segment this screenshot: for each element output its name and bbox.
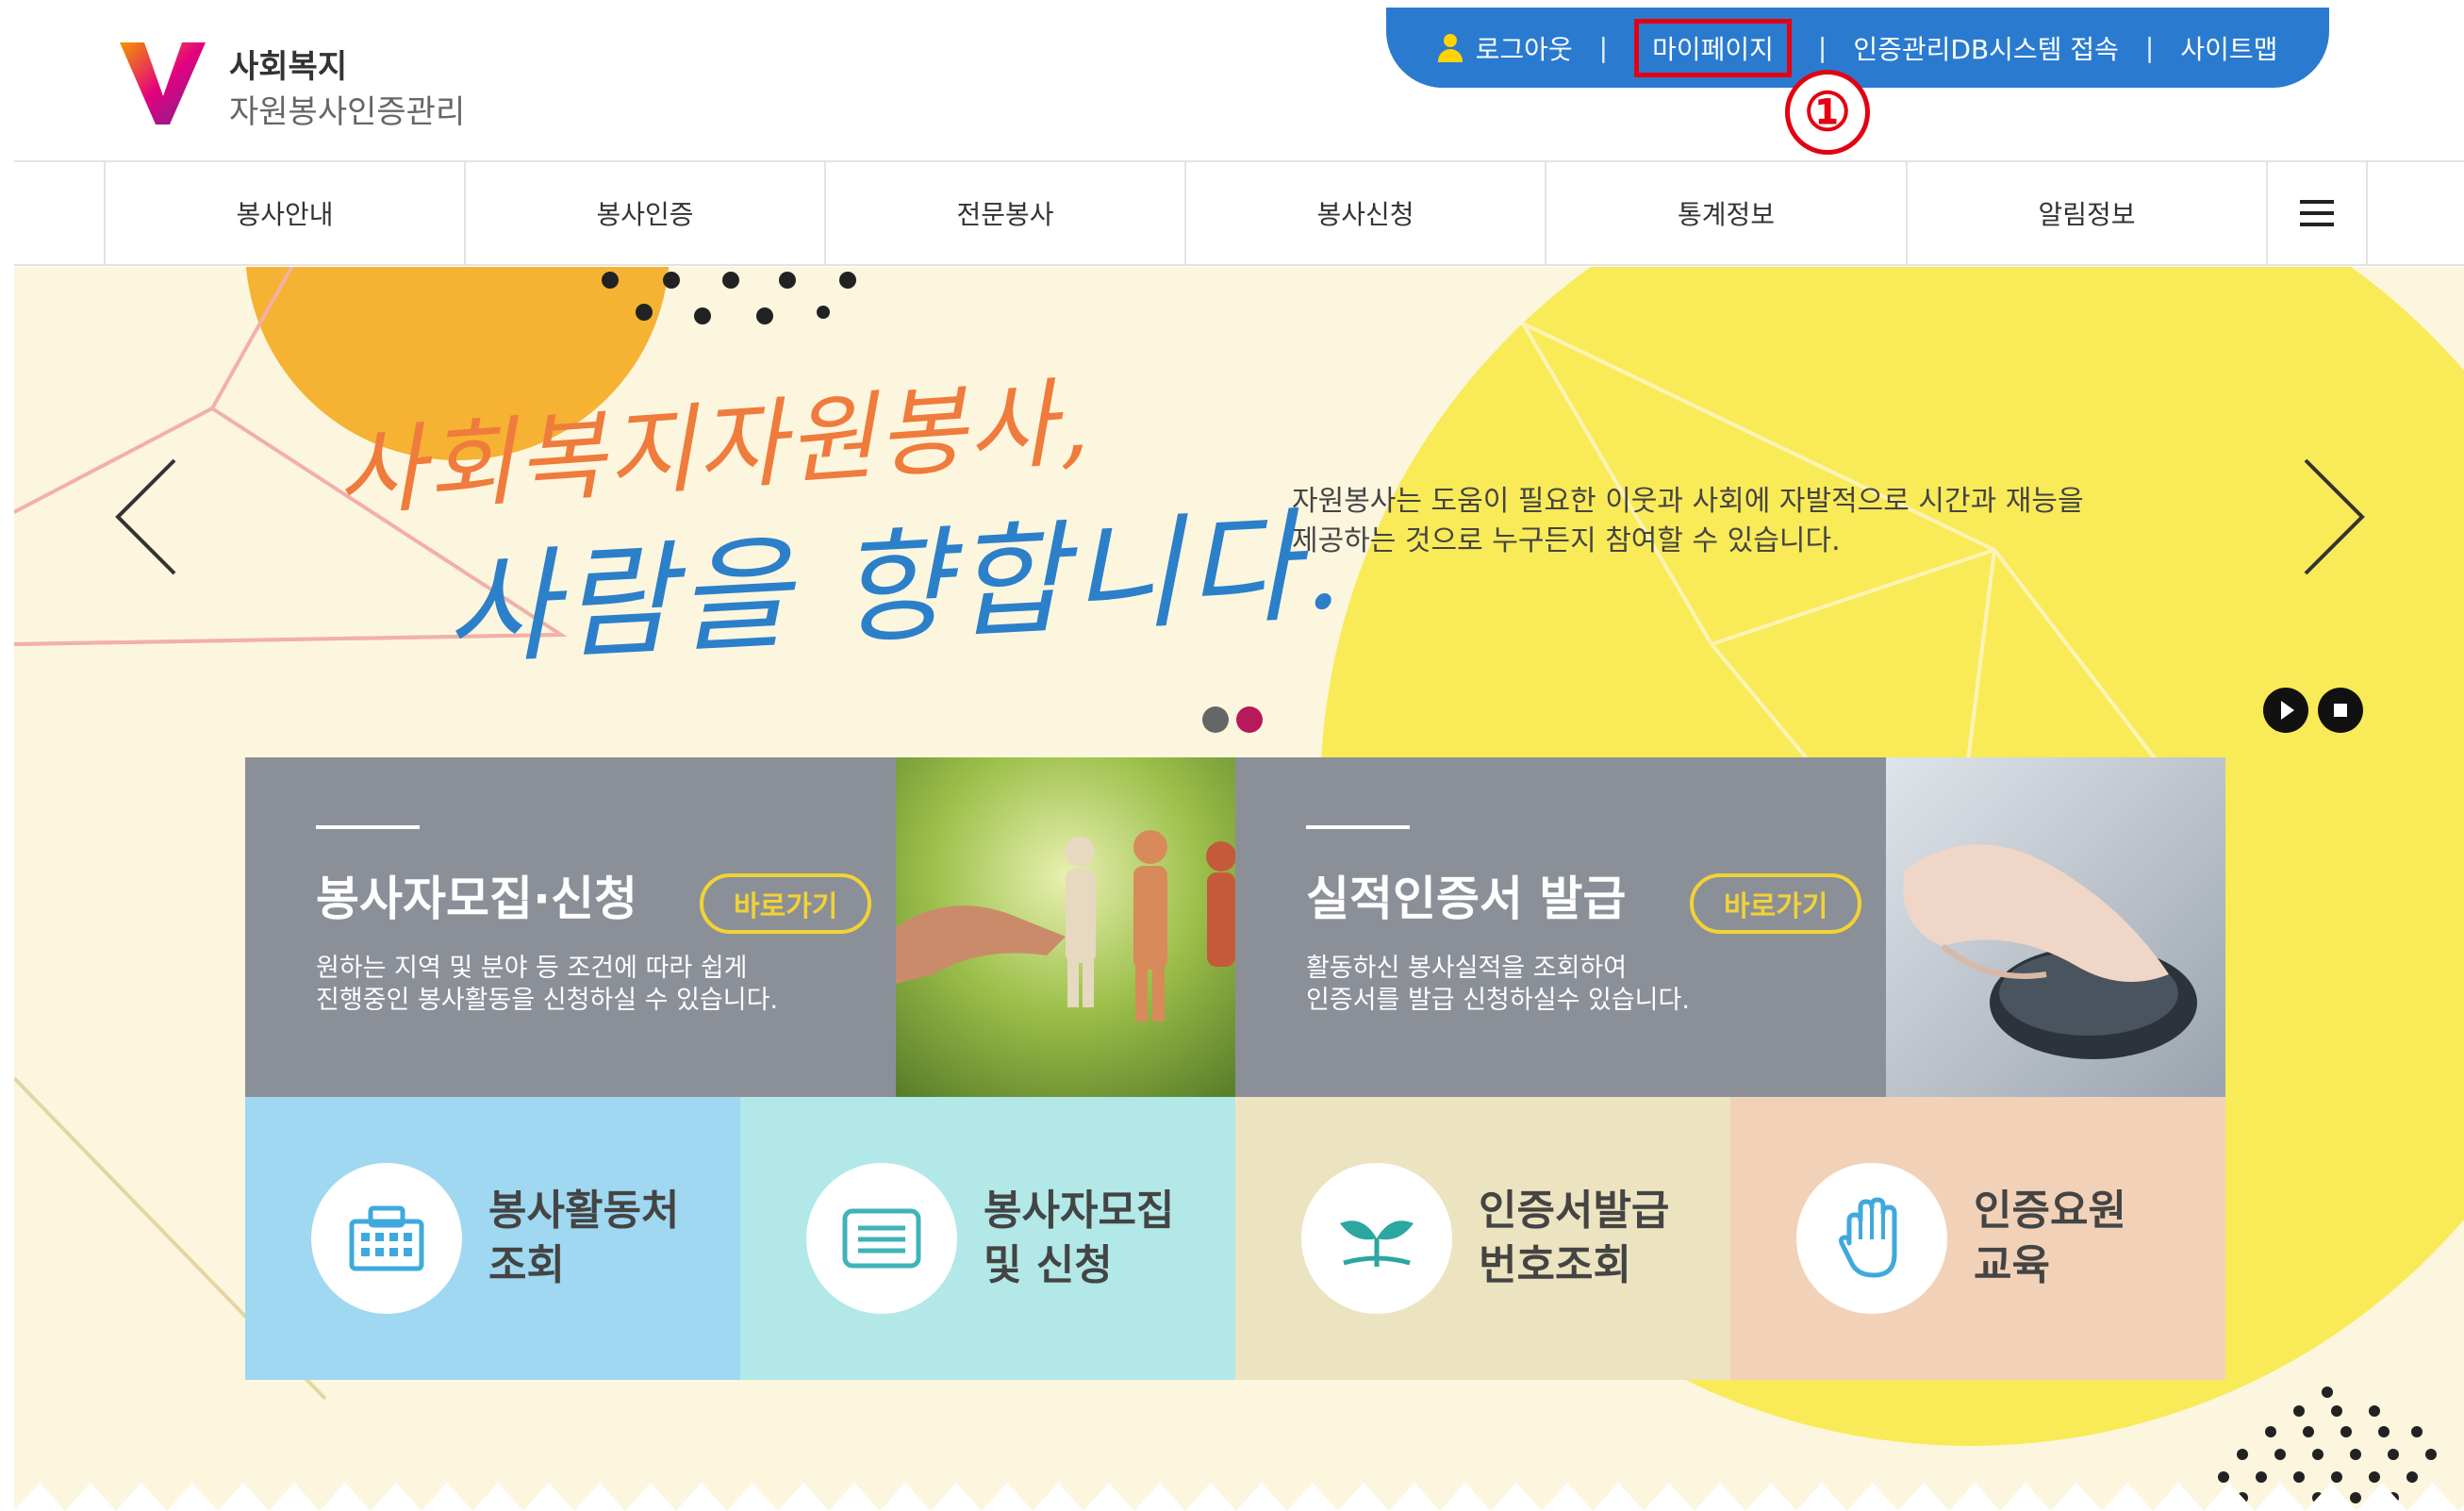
quick-link-education[interactable]: 인증요원 교육 <box>1730 1097 2225 1380</box>
quick-link-label: 인증서발급 번호조회 <box>1479 1184 1724 1293</box>
quick-link-label: 봉사자모집 및 신청 <box>984 1184 1229 1293</box>
card-title: 봉사자모집·신청 <box>316 872 637 926</box>
nav-item-statistics[interactable]: 통계정보 <box>1545 162 1906 264</box>
quick-link-label-line: 번호조회 <box>1479 1241 1631 1289</box>
card-description-line: 인증서를 발급 신청하실수 있습니다. <box>1306 986 1690 1015</box>
nav-item-apply[interactable]: 봉사신청 <box>1184 162 1545 264</box>
card-accent-bar <box>316 825 420 829</box>
card-accent-bar <box>1306 825 1410 829</box>
utility-bar: 로그아웃 | 마이페이지 | 인증관리DB시스템 접속 | 사이트맵 <box>1386 8 2329 88</box>
play-icon[interactable] <box>2263 688 2308 733</box>
card-description-line: 원하는 지역 및 분야 등 조건에 따라 쉽게 <box>316 954 748 983</box>
next-arrow-icon[interactable] <box>2296 456 2372 578</box>
hamburger-icon[interactable] <box>2266 162 2368 264</box>
card-description: 원하는 지역 및 분야 등 조건에 따라 쉽게 진행중인 봉사활동을 신청하실 … <box>316 953 882 1017</box>
quick-link-label-line: 봉사자모집 <box>984 1187 1175 1235</box>
site-logo[interactable]: 사회복지 자원봉사인증관리 <box>118 33 495 137</box>
card-description: 활동하신 봉사실적을 조회하여 인증서를 발급 신청하실수 있습니다. <box>1306 953 1872 1017</box>
mypage-link[interactable]: 마이페이지 <box>1634 18 1792 77</box>
shortcut-button[interactable]: 바로가기 <box>1690 873 1862 934</box>
sprout-icon <box>1301 1163 1452 1314</box>
quick-link-label: 봉사활동처 조회 <box>488 1184 734 1293</box>
quick-link-label-line: 인증서발급 <box>1479 1187 1670 1235</box>
hero-banner: 사회복지자원봉사, 사람을 향합니다. 자원봉사는 도움이 필요한 이웃과 사회… <box>14 267 2464 1511</box>
sitemap-link[interactable]: 사이트맵 <box>2180 29 2277 67</box>
separator: | <box>2144 32 2155 63</box>
hand-icon <box>1796 1163 1947 1314</box>
logo-subtitle: 자원봉사인증관리 <box>229 93 466 131</box>
quick-link-label-line: 봉사활동처 <box>488 1187 680 1235</box>
hands-paper-people-image <box>896 757 1235 1097</box>
main-nav: 봉사안내 봉사인증 전문봉사 봉사신청 통계정보 알림정보 <box>14 160 2464 266</box>
quick-link-volunteer-places[interactable]: 봉사활동처 조회 <box>245 1097 740 1380</box>
quick-link-certificate-lookup[interactable]: 인증서발급 번호조회 <box>1235 1097 1730 1380</box>
quick-link-label-line: 및 신청 <box>984 1241 1113 1289</box>
hero-description: 자원봉사는 도움이 필요한 이웃과 사회에 자발적으로 시간과 재능을 제공하는… <box>1292 482 2141 561</box>
certificate-issue-card[interactable]: 실적인증서 발급 바로가기 활동하신 봉사실적을 조회하여 인증서를 발급 신청… <box>1235 757 2225 1097</box>
card-description-line: 활동하신 봉사실적을 조회하여 <box>1306 954 1628 983</box>
card-title: 실적인증서 발급 <box>1306 872 1627 926</box>
hand-mouse-image <box>1886 757 2225 1097</box>
separator: | <box>1598 32 1609 63</box>
slide-dot-2[interactable] <box>1236 706 1263 733</box>
hero-description-line: 제공하는 것으로 누구든지 참여할 수 있습니다. <box>1292 524 1841 557</box>
quick-link-label-line: 인증요원 <box>1974 1187 2126 1235</box>
db-system-link[interactable]: 인증관리DB시스템 접속 <box>1853 29 2119 67</box>
nav-item-notice[interactable]: 알림정보 <box>1906 162 2266 264</box>
card-description-line: 진행중인 봉사활동을 신청하실 수 있습니다. <box>316 986 779 1015</box>
annotation-marker: ① <box>1785 70 1870 155</box>
logout-link[interactable]: 로그아웃 <box>1437 29 1573 67</box>
building-icon <box>311 1163 462 1314</box>
separator: | <box>1817 32 1827 63</box>
quick-link-label: 인증요원 교육 <box>1974 1184 2219 1293</box>
slide-dot-1[interactable] <box>1202 706 1229 733</box>
slide-indicators <box>1202 706 1263 733</box>
logo-v-icon <box>120 42 206 125</box>
hero-description-line: 자원봉사는 도움이 필요한 이웃과 사회에 자발적으로 시간과 재능을 <box>1292 485 2084 518</box>
nav-item-professional[interactable]: 전문봉사 <box>824 162 1184 264</box>
logout-label: 로그아웃 <box>1475 33 1573 65</box>
quick-link-label-line: 교육 <box>1974 1241 2050 1289</box>
logo-title: 사회복지 <box>229 48 348 86</box>
quick-link-recruit-apply[interactable]: 봉사자모집 및 신청 <box>740 1097 1235 1380</box>
user-icon <box>1437 33 1463 62</box>
document-icon <box>806 1163 957 1314</box>
nav-item-guide[interactable]: 봉사안내 <box>104 162 464 264</box>
nav-item-certification[interactable]: 봉사인증 <box>464 162 824 264</box>
prev-arrow-icon[interactable] <box>108 456 184 578</box>
volunteer-recruit-card[interactable]: 봉사자모집·신청 바로가기 원하는 지역 및 분야 등 조건에 따라 쉽게 진행… <box>245 757 1235 1097</box>
quick-link-label-line: 조회 <box>488 1241 565 1289</box>
shortcut-button[interactable]: 바로가기 <box>700 873 872 934</box>
decorative-zigzag <box>14 1483 2464 1511</box>
stop-icon[interactable] <box>2318 688 2363 733</box>
page: 사회복지 자원봉사인증관리 로그아웃 | 마이페이지 | 인증관리DB시스템 접… <box>0 0 2464 1511</box>
